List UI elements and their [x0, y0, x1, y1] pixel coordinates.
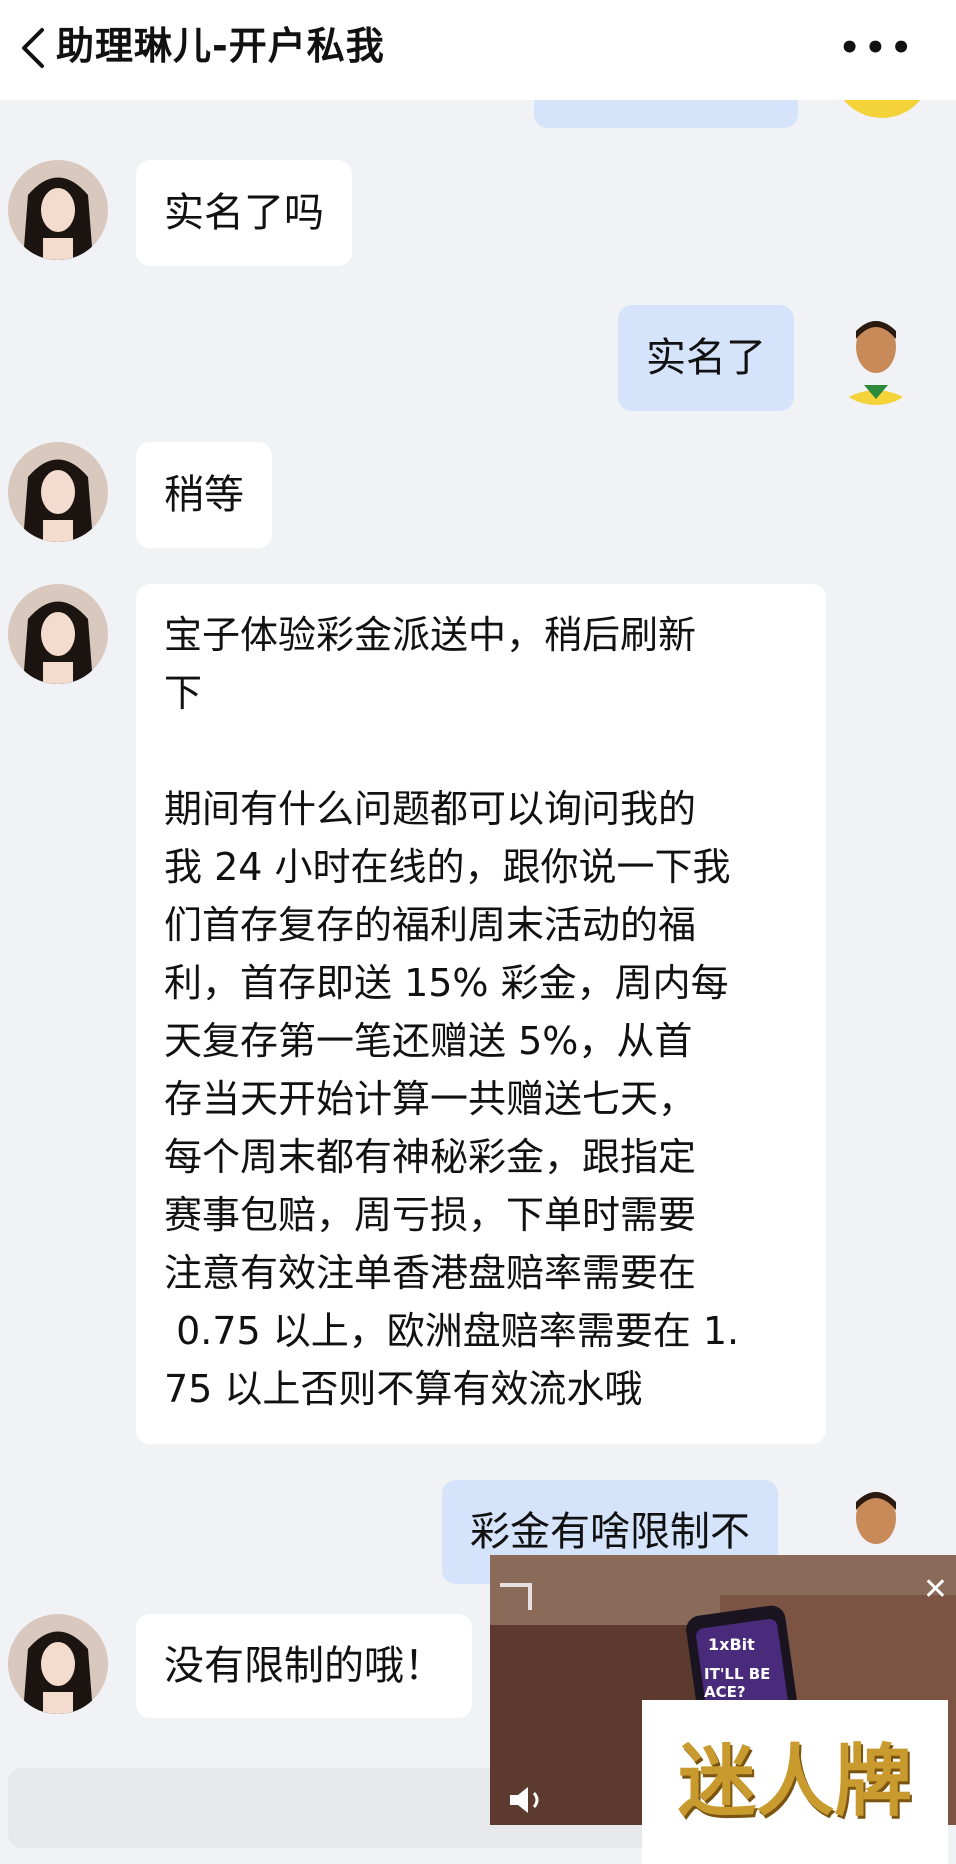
chat-title: 助理琳儿-开户私我 [56, 24, 385, 68]
brand-logo-text: 迷人牌 [677, 1736, 912, 1827]
chat-header: 助理琳儿-开户私我 ••• [0, 0, 956, 100]
message-bubble-outgoing: 实名了 [618, 305, 794, 411]
user-avatar[interactable] [826, 305, 926, 405]
brand-logo-overlay[interactable]: 迷人牌 [642, 1700, 948, 1864]
assistant-avatar[interactable] [8, 1614, 108, 1714]
message-bubble-incoming: 没有限制的哦！ [136, 1614, 472, 1718]
assistant-avatar[interactable] [8, 584, 108, 684]
speaker-icon[interactable] [508, 1783, 548, 1817]
message-bubble-incoming: 稍等 [136, 442, 272, 548]
assistant-avatar[interactable] [8, 160, 108, 260]
close-icon[interactable]: ✕ [923, 1575, 948, 1605]
message-bubble-incoming-long: 宝子体验彩金派送中，稍后刷新 下 期间有什么问题都可以询问我的 我 24 小时在… [136, 584, 826, 1444]
assistant-avatar[interactable] [8, 442, 108, 542]
back-chevron-icon[interactable] [14, 24, 54, 72]
video-brand-badge: 1xBit [708, 1635, 755, 1654]
video-overlay-text: IT'LL BE ACE? [704, 1665, 771, 1701]
message-bubble-incoming: 实名了吗 [136, 160, 352, 266]
more-options-icon[interactable]: ••• [839, 31, 916, 65]
